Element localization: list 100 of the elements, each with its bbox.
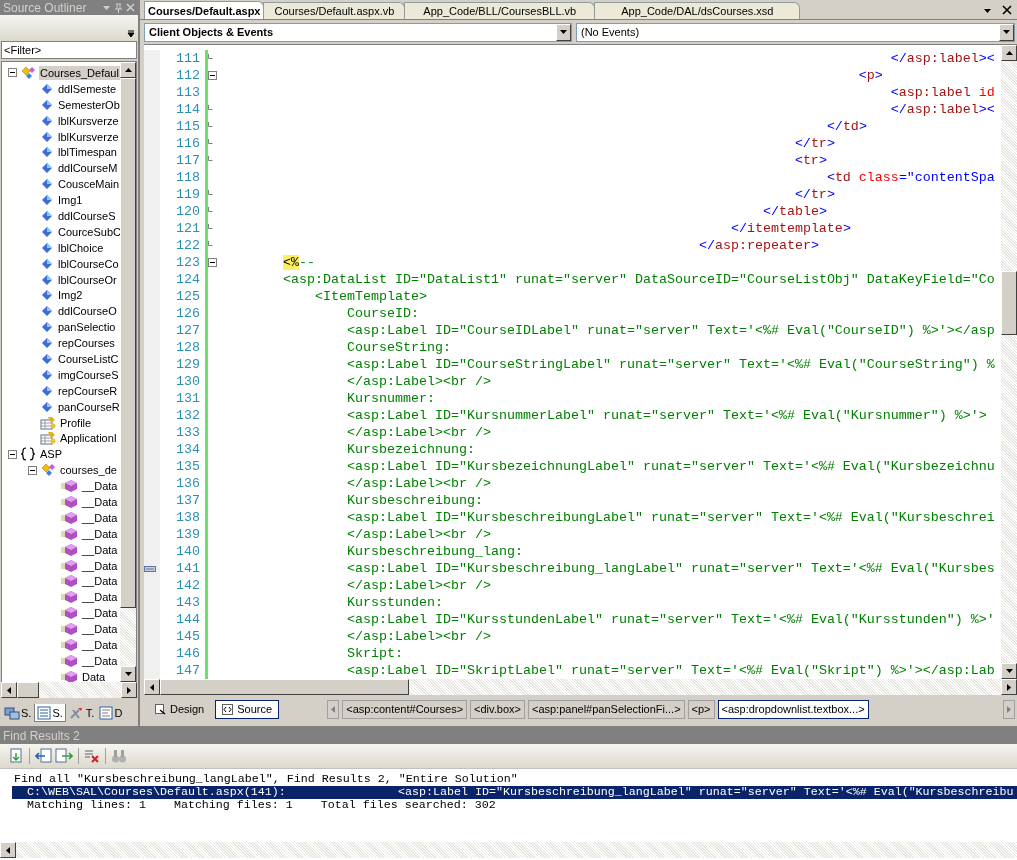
- control-icon: [40, 224, 54, 239]
- collapse-icon[interactable]: [208, 258, 217, 267]
- tree-item[interactable]: lblCourseOr: [57, 272, 118, 287]
- tree-item[interactable]: ddlCourseO: [57, 304, 118, 319]
- tree-item[interactable]: imgCourseS: [57, 367, 120, 382]
- tree-item[interactable]: __Data: [81, 510, 119, 525]
- tag-breadcrumb[interactable]: <asp:content#Courses>: [342, 699, 468, 719]
- scroll-thumb[interactable]: [17, 682, 39, 698]
- panel-tab[interactable]: S.: [2, 704, 34, 722]
- scroll-up-icon[interactable]: [120, 62, 136, 78]
- dropdown-icon[interactable]: [983, 6, 992, 15]
- tree-item[interactable]: ddlCourseS: [57, 208, 117, 223]
- method-icon: [60, 590, 78, 605]
- tree-item[interactable]: lblKursverze: [57, 129, 120, 144]
- document-tab[interactable]: App_Code/BLL/CoursesBLL.vb: [404, 2, 596, 19]
- clear-all-icon[interactable]: [84, 748, 100, 764]
- scroll-thumb[interactable]: [1001, 271, 1017, 335]
- expander-icon[interactable]: [8, 449, 17, 459]
- tree-item[interactable]: lblChoice: [57, 240, 105, 255]
- tree-item[interactable]: CourseListC: [57, 351, 120, 366]
- previous-result-icon[interactable]: [35, 748, 53, 764]
- result-row[interactable]: C:\WEB\SAL\Courses\Default.aspx(141): <asp:Label ID="Kursbeschreibung_langLabel" runat="server" Text='<%# Eval("Kursbeschreibu: [12, 786, 1017, 799]
- tree-item[interactable]: Courses_Defaul: [39, 65, 120, 80]
- class-icon: [40, 463, 56, 478]
- tree-item[interactable]: __Data: [81, 495, 119, 509]
- line-number: 113: [175, 85, 201, 100]
- tree-item[interactable]: ASP: [39, 447, 63, 462]
- code-line: <asp:Label ID="CourseIDLabel" runat="server" Text='<%# Eval("CourseID") %>'></asp: [346, 323, 995, 338]
- tree-item[interactable]: __Data: [81, 574, 119, 589]
- tree-item[interactable]: Img1: [57, 193, 84, 208]
- tree-item[interactable]: CousceMain: [57, 177, 120, 192]
- document-tab[interactable]: Courses/Default.aspx.vb: [263, 2, 406, 19]
- control-icon: [40, 161, 54, 176]
- control-icon: [40, 351, 54, 366]
- line-number: 129: [175, 357, 201, 372]
- code-line: </asp:label><: [889, 51, 995, 66]
- document-tab[interactable]: Courses/Default.aspx: [144, 1, 265, 19]
- tree-item[interactable]: __Data: [81, 606, 119, 621]
- line-number: 125: [175, 289, 201, 304]
- control-icon: [40, 256, 54, 271]
- tree-item[interactable]: __Data: [81, 526, 119, 541]
- line-number: 111: [175, 51, 201, 66]
- pin-icon[interactable]: [114, 2, 123, 13]
- tree-item[interactable]: SemesterOb: [57, 97, 120, 112]
- expander-icon[interactable]: [28, 465, 37, 475]
- panel-tab[interactable]: T.: [66, 704, 97, 722]
- view-tab[interactable]: Source: [215, 699, 280, 719]
- panel-tab[interactable]: S.: [34, 704, 66, 722]
- tree-item[interactable]: CourceSubC: [57, 224, 120, 239]
- tree-item[interactable]: __Data: [81, 558, 119, 573]
- scroll-down-icon[interactable]: [1001, 663, 1017, 679]
- tree-item[interactable]: Img2: [57, 288, 84, 303]
- toolbar-overflow-icon[interactable]: [127, 30, 135, 38]
- filter-field[interactable]: <Filter>: [1, 41, 137, 59]
- control-icon: [40, 145, 54, 160]
- go-to-location-icon[interactable]: [8, 748, 24, 764]
- result-text: Matching lines: 1 Matching files: 1 Total files searched: 302: [26, 799, 497, 812]
- tag-breadcrumb[interactable]: <asp:panel#panSelectionFi...>: [527, 699, 685, 719]
- close-icon[interactable]: [1002, 5, 1012, 15]
- tree-item[interactable]: __Data: [81, 653, 119, 668]
- tree-item[interactable]: lblKursverze: [57, 113, 120, 128]
- line-number: 128: [175, 340, 201, 355]
- next-result-icon[interactable]: [55, 748, 73, 764]
- document-tab[interactable]: App_Code/DAL/dsCourses.xsd: [594, 2, 801, 19]
- event-dropdown[interactable]: (No Events): [576, 22, 1015, 42]
- tree-item[interactable]: ddlSemeste: [57, 81, 118, 96]
- collapse-icon[interactable]: [208, 71, 217, 80]
- control-icon: [40, 129, 54, 144]
- tag-breadcrumb[interactable]: <div.box>: [470, 699, 525, 719]
- tag-breadcrumb[interactable]: <asp:dropdownlist.textbox...>: [717, 699, 869, 719]
- tree-item[interactable]: Profile: [59, 415, 93, 430]
- tree-item[interactable]: __Data: [81, 590, 119, 605]
- expander-icon[interactable]: [8, 68, 17, 78]
- tools-icon: [68, 706, 85, 720]
- result-match: <asp:Label ID="Kursbeschreibung_langLabel" runat="server" Text='<%# Eval("Kursbeschreibu: [398, 786, 1014, 799]
- panel-tab[interactable]: D: [97, 704, 125, 722]
- tree-item[interactable]: repCourses: [57, 336, 116, 351]
- tree-item[interactable]: ddlCourseM: [57, 161, 119, 176]
- tree-item[interactable]: panSelectio: [57, 320, 117, 335]
- view-tab[interactable]: Design: [148, 699, 212, 719]
- code-line: <td class="contentSpa: [825, 170, 995, 185]
- tree-item[interactable]: lblTimespan: [57, 145, 118, 160]
- object-dropdown[interactable]: Client Objects & Events: [144, 22, 572, 42]
- tree-item[interactable]: Data: [81, 669, 107, 682]
- code-line: <asp:label id: [889, 85, 995, 100]
- tree-item[interactable]: panCourseR: [57, 399, 120, 414]
- tree-item[interactable]: __Data: [81, 542, 119, 557]
- tree-item[interactable]: __Data: [81, 638, 119, 652]
- tree-item[interactable]: courses_de: [59, 463, 118, 478]
- scroll-up-icon[interactable]: [1001, 45, 1017, 61]
- scrollbar[interactable]: [1, 682, 137, 698]
- tree-item[interactable]: ApplicationI: [59, 431, 118, 446]
- tree-item[interactable]: lblCourseCo: [57, 256, 120, 271]
- scroll-thumb[interactable]: [160, 679, 409, 695]
- tree-item[interactable]: __Data: [81, 479, 119, 494]
- line-number: 142: [175, 578, 201, 593]
- tree-item[interactable]: repCourseR: [57, 383, 119, 398]
- tree-item[interactable]: __Data: [81, 622, 119, 637]
- tag-breadcrumb[interactable]: <p>: [687, 699, 715, 719]
- scroll-down-icon[interactable]: [120, 666, 136, 682]
